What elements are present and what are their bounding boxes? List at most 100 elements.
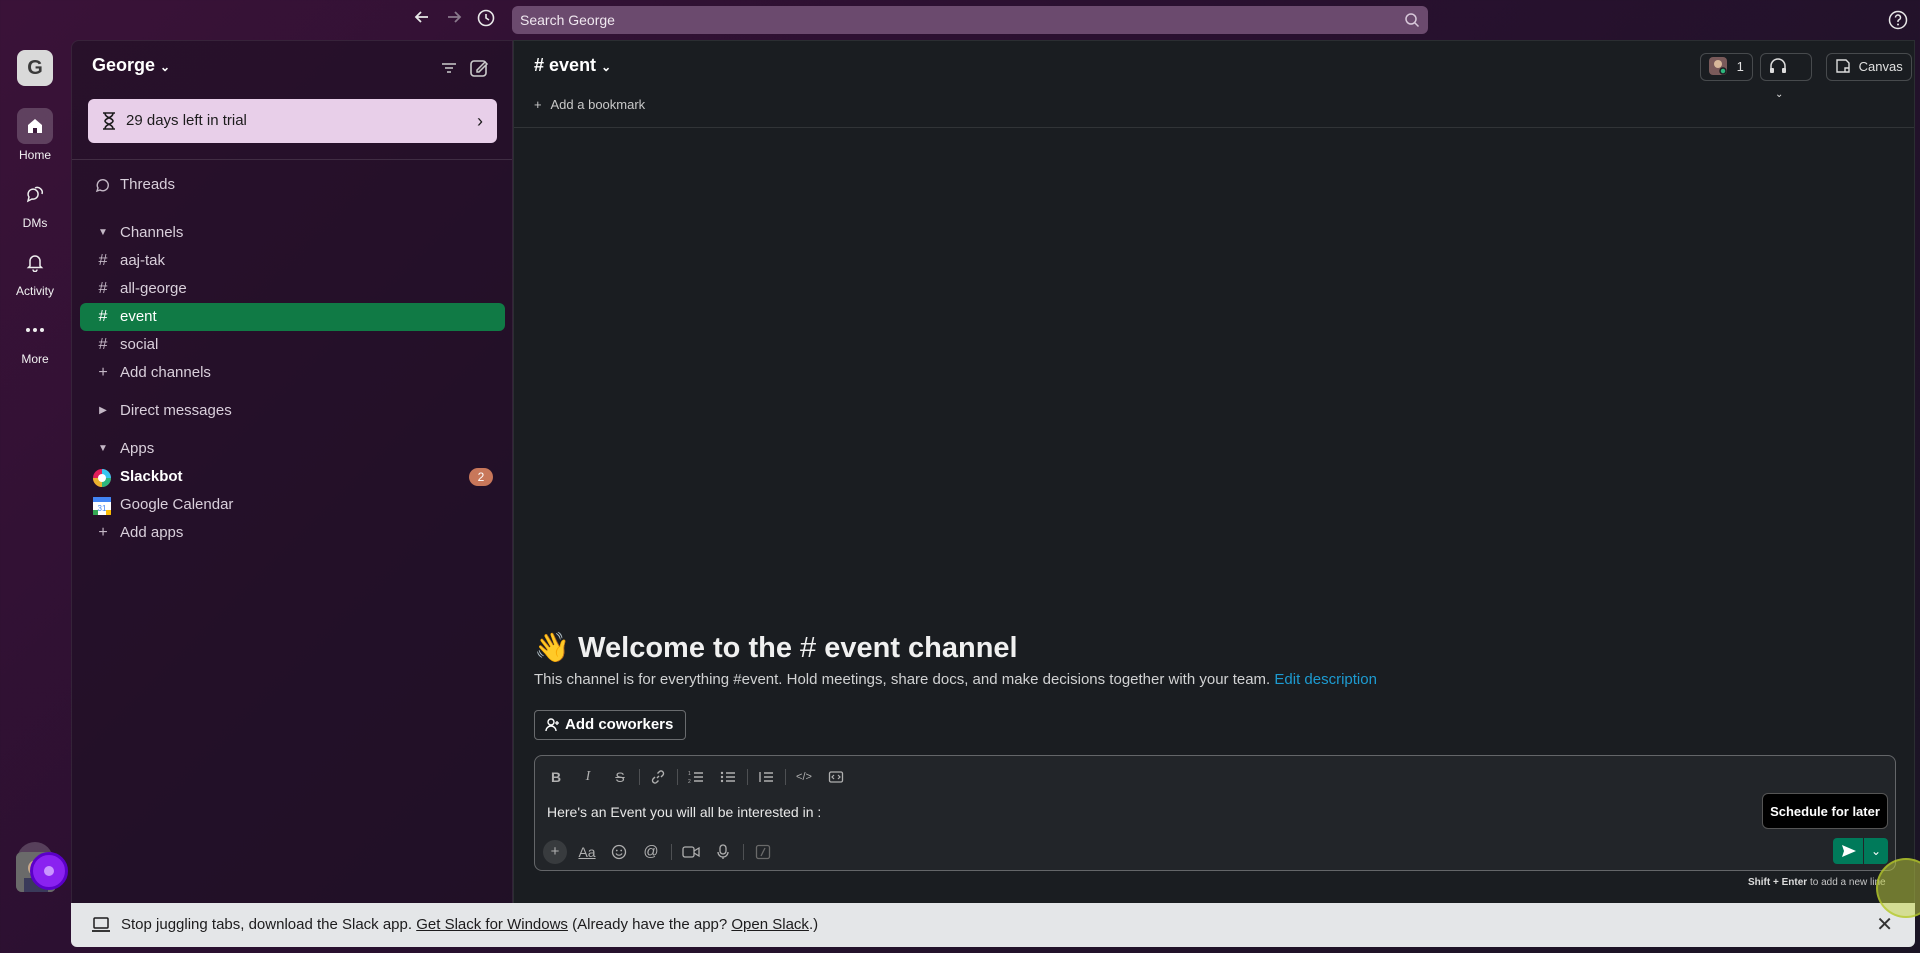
filter-icon[interactable]	[438, 57, 460, 79]
hash-icon: #	[98, 280, 108, 297]
description-text: This channel is for everything #event. H…	[534, 671, 1271, 688]
welcome-prefix: Welcome to the	[578, 632, 792, 664]
sidebar-divider	[72, 159, 512, 160]
status-indicator-icon[interactable]	[30, 852, 68, 890]
attach-plus-icon[interactable]: +	[543, 840, 567, 864]
ordered-list-icon[interactable]: 12	[685, 766, 707, 788]
threads-label: Threads	[120, 176, 176, 193]
trial-banner[interactable]: 29 days left in trial ›	[88, 99, 497, 143]
hash-icon: #	[800, 632, 817, 664]
channels-section-header[interactable]: ▼ Channels	[80, 219, 505, 247]
blockquote-icon[interactable]	[755, 766, 777, 788]
chevron-down-icon: ⌄	[160, 60, 171, 74]
top-bar: Search George	[0, 0, 1920, 40]
search-input[interactable]: Search George	[512, 6, 1428, 34]
back-arrow-icon[interactable]	[410, 8, 434, 32]
add-bookmark-label: Add a bookmark	[550, 97, 646, 112]
apps-section-header[interactable]: ▼ Apps	[80, 435, 505, 463]
google-calendar-icon: 31	[93, 497, 111, 515]
open-slack-link[interactable]: Open Slack	[731, 916, 809, 933]
add-apps-button[interactable]: + Add apps	[80, 519, 505, 547]
channel-title: event	[549, 55, 597, 75]
send-button[interactable]	[1833, 838, 1863, 864]
caret-down-icon: ▼	[98, 227, 108, 238]
link-icon[interactable]	[647, 766, 669, 788]
members-button[interactable]: 1	[1700, 53, 1753, 81]
get-slack-windows-link[interactable]: Get Slack for Windows	[416, 916, 568, 933]
code-block-icon[interactable]	[825, 766, 847, 788]
workspace-name: George	[92, 55, 156, 75]
sidebar-item-all-george[interactable]: # all-george	[80, 275, 505, 303]
search-placeholder: Search George	[520, 12, 615, 28]
banner-end: .)	[808, 916, 819, 933]
sidebar-item-social[interactable]: # social	[80, 331, 505, 359]
italic-icon[interactable]: I	[577, 766, 599, 788]
chevron-right-icon: ›	[477, 111, 483, 131]
channel-description: This channel is for everything #event. H…	[534, 671, 1377, 688]
channel-label: event	[120, 308, 157, 325]
add-person-icon	[545, 718, 559, 732]
plus-icon: +	[98, 364, 108, 381]
channel-label: social	[120, 336, 159, 353]
rail-label-home: Home	[18, 148, 51, 162]
sidebar-item-aaj-tak[interactable]: # aaj-tak	[80, 247, 505, 275]
apps-header-label: Apps	[120, 440, 155, 457]
edit-description-link[interactable]: Edit description	[1274, 671, 1377, 688]
strikethrough-icon[interactable]: S	[609, 766, 631, 788]
compose-icon[interactable]	[468, 57, 490, 79]
channels-header-label: Channels	[120, 224, 184, 241]
bold-icon[interactable]: B	[545, 766, 567, 788]
hint-keys: Shift + Enter	[1748, 877, 1808, 888]
video-icon[interactable]	[679, 840, 703, 864]
channel-title-button[interactable]: # event ⌄	[534, 55, 611, 76]
format-text-icon[interactable]: Aa	[575, 840, 599, 864]
mention-icon[interactable]: @	[639, 840, 663, 864]
shortcuts-slash-icon[interactable]	[751, 840, 775, 864]
forward-arrow-icon[interactable]	[442, 8, 466, 32]
composer-hint: Shift + Enter to add a new line	[1748, 877, 1886, 888]
banner-mid: (Already have the app?	[572, 916, 728, 933]
message-composer[interactable]: B I S 12 </> Here's an Event you will al…	[534, 755, 1896, 871]
history-clock-icon[interactable]	[474, 8, 498, 32]
workspace-avatar[interactable]: G	[17, 50, 53, 86]
add-coworkers-button[interactable]: Add coworkers	[534, 710, 687, 740]
huddle-button[interactable]: ⌄	[1760, 53, 1812, 100]
microphone-icon[interactable]	[711, 840, 735, 864]
bullet-list-icon[interactable]	[717, 766, 739, 788]
rail-item-more[interactable]: More	[0, 312, 70, 366]
rail-item-dms[interactable]: DMs	[0, 176, 70, 230]
caret-right-icon: ▶	[99, 405, 107, 416]
add-apps-label: Add apps	[120, 524, 184, 541]
help-icon[interactable]	[1888, 10, 1908, 30]
bell-icon	[17, 244, 53, 280]
message-text[interactable]: Here's an Event you will all be interest…	[547, 804, 821, 820]
dm-header-label: Direct messages	[120, 402, 232, 419]
toolbar-divider	[677, 769, 678, 785]
sidebar-item-threads[interactable]: Threads	[80, 171, 505, 199]
app-label: Slackbot	[120, 468, 183, 485]
emoji-icon[interactable]	[607, 840, 631, 864]
sidebar: George ⌄ 29 days left in trial › Threads…	[71, 40, 513, 913]
canvas-button[interactable]: Canvas	[1826, 53, 1912, 81]
code-icon[interactable]: </>	[793, 766, 815, 788]
search-icon	[1405, 13, 1420, 28]
rail-item-activity[interactable]: Activity	[0, 244, 70, 298]
member-avatar-icon	[1709, 57, 1727, 75]
toolbar-divider	[671, 844, 672, 860]
rail-item-home[interactable]: Home	[0, 108, 70, 162]
chevron-down-icon: ⌄	[601, 60, 612, 74]
home-icon	[17, 108, 53, 144]
sidebar-item-event[interactable]: # event	[80, 303, 505, 331]
workspace-name-button[interactable]: George ⌄	[92, 55, 170, 76]
send-options-chevron-icon[interactable]: ⌄	[1864, 838, 1888, 864]
slackbot-icon	[93, 469, 111, 487]
main-pane: # event ⌄ 1 ⌄ Canvas + Add a bookmark 👋 …	[513, 40, 1915, 913]
add-bookmark-button[interactable]: + Add a bookmark	[534, 97, 645, 112]
svg-text:31: 31	[98, 504, 107, 513]
dm-section-header[interactable]: ▶ Direct messages	[80, 397, 505, 425]
sidebar-item-google-calendar[interactable]: 31 Google Calendar	[80, 491, 505, 519]
rail-label-activity: Activity	[15, 284, 54, 298]
channel-label: all-george	[120, 280, 187, 297]
add-channels-button[interactable]: + Add channels	[80, 359, 505, 387]
sidebar-item-slackbot[interactable]: Slackbot 2	[80, 463, 505, 491]
